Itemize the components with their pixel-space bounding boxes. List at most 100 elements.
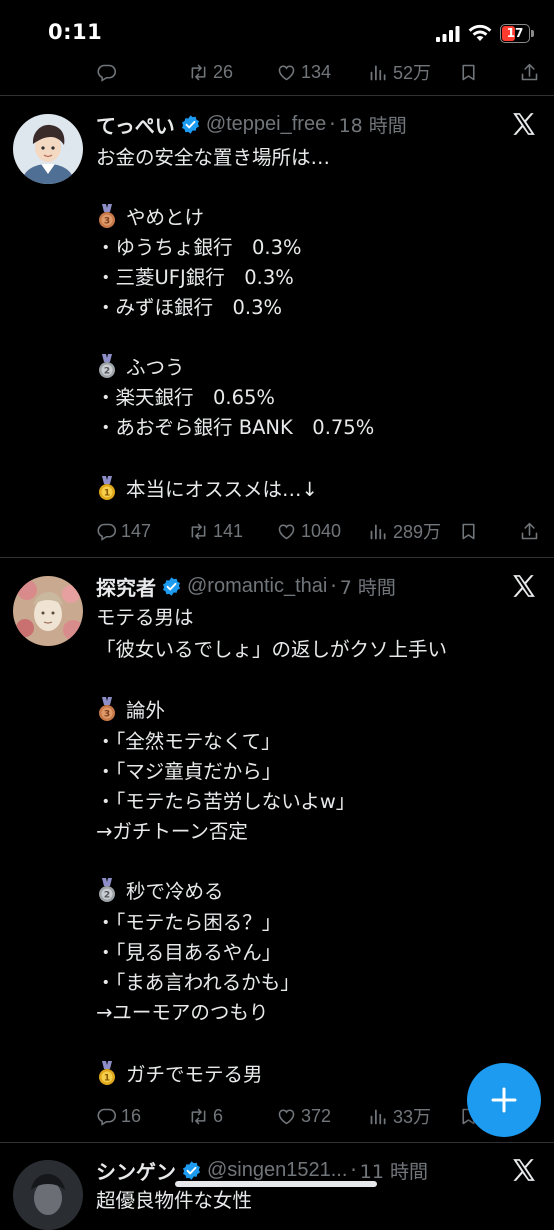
tweet-text-line: ・みずほ銀行 0.3% [96,296,283,319]
x-logo-icon[interactable] [511,573,537,599]
bookmark-button[interactable] [458,58,479,86]
views-count: 289万 [393,522,442,542]
like-count: 1040 [301,520,342,541]
reply-count: 16 [121,1105,142,1126]
tweet-text-line: ・「モテたら苦労しないよw」 [96,790,356,813]
tweet-time[interactable]: 18 時間 [339,111,407,138]
user-handle[interactable]: @singen1521... [207,1159,347,1182]
x-logo-icon[interactable] [511,111,537,137]
views-icon [370,1109,386,1124]
tweet-text-line: ・「モテたら困る？」 [96,911,282,934]
home-indicator[interactable] [175,1181,377,1187]
gold-medal-icon: 1 [99,475,115,500]
tier-label: ふつう [126,356,185,379]
retweet-count: 26 [213,61,234,82]
tweet-text-line: 1 本当にオススメは…↓ [96,475,318,505]
tweet-text-line: 1 ガチでモテる男 [96,1060,263,1090]
bookmark-icon [462,64,475,80]
tweet-text-line: 3 論外 [96,696,165,726]
retweet-button[interactable]: 6 [188,1102,223,1130]
svg-text:3: 3 [104,709,110,719]
tier-label: やめとけ [126,206,205,229]
views-icon [370,524,386,539]
retweet-icon [191,64,206,80]
bronze-medal-icon: 3 [99,203,115,228]
avatar[interactable] [13,576,83,646]
tweet-text-line: ・「マジ童貞だから」 [96,760,282,783]
avatar[interactable] [13,1160,83,1230]
like-button[interactable]: 1040 [276,517,341,545]
svg-text:1: 1 [104,1073,110,1083]
display-name[interactable]: てっぺい [96,110,175,139]
like-icon [278,1108,295,1124]
retweet-count: 141 [213,520,244,541]
tweet-text-line: 3 やめとけ [96,203,204,233]
tweet-header: 探究者 @romantic_thai · 7 時間 [96,572,396,600]
silver-medal-icon: 2 [99,877,115,902]
share-button[interactable] [519,517,540,545]
status-time: 0:11 [48,20,103,44]
views-icon [370,65,386,80]
reply-button[interactable]: 147 [96,517,151,545]
reply-icon [97,64,117,82]
reply-icon [97,1108,117,1126]
retweet-icon [191,1108,206,1124]
separator-dot: · [350,1158,357,1182]
tweet-text-line: →ガチトーン否定 [96,820,248,843]
share-icon [521,522,538,539]
reply-button[interactable] [96,58,117,86]
views-button[interactable]: 289万 [368,517,441,545]
tweet-divider [0,95,554,96]
like-button[interactable]: 372 [276,1102,331,1130]
retweet-count: 6 [213,1105,224,1126]
battery-level: 17 [506,26,524,40]
avatar[interactable] [13,114,83,184]
compose-tweet-button[interactable] [467,1063,541,1137]
tier-label: 本当にオススメは…↓ [126,478,318,501]
tweet-text-line: 2 ふつう [96,353,185,383]
svg-text:3: 3 [104,216,110,226]
views-count: 33万 [393,1107,432,1127]
views-count: 52万 [393,63,432,83]
like-count: 372 [301,1105,332,1126]
x-logo-icon[interactable] [511,1157,537,1183]
retweet-icon [191,523,206,539]
bookmark-button[interactable] [458,517,479,545]
like-count: 134 [301,61,332,82]
tweet-text-line: ・あおぞら銀行 BANK 0.75% [96,416,375,439]
tweet-text-line: 2 秒で冷める [96,877,224,907]
battery-cap [531,30,534,37]
tweet-header: シンゲン @singen1521... · 11 時間 [96,1156,428,1184]
svg-text:1: 1 [104,488,110,498]
verified-badge-icon [181,114,199,134]
share-button[interactable] [519,58,540,86]
tier-label: ガチでモテる男 [126,1063,263,1086]
verified-badge-icon [183,1160,200,1180]
tweet-time[interactable]: 7 時間 [340,573,396,600]
retweet-button[interactable]: 26 [188,58,233,86]
views-button[interactable]: 52万 [368,58,431,86]
tweet-divider [0,1142,554,1143]
user-handle[interactable]: @romantic_thai [187,575,327,598]
views-button[interactable]: 33万 [368,1102,431,1130]
display-name[interactable]: シンゲン [96,1156,176,1185]
reply-button[interactable]: 16 [96,1102,141,1130]
tweet-time[interactable]: 11 時間 [360,1157,428,1184]
tier-label: 論外 [126,699,166,722]
tweet-text-line: お金の安全な置き場所は… [96,146,331,169]
display-name[interactable]: 探究者 [96,572,156,601]
tweet-text-line: ・「全然モテなくて」 [96,730,281,753]
user-handle[interactable]: @teppei_free [206,113,326,136]
previous-tweet-actions: 26 134 52万 [0,58,554,86]
separator-dot: · [329,112,336,136]
silver-medal-icon: 2 [99,353,115,378]
retweet-button[interactable]: 141 [188,517,243,545]
verified-badge-icon [163,576,180,596]
like-icon [278,64,295,80]
tweet-text-line: ・ゆうちょ銀行 0.3% [96,236,302,259]
bookmark-icon [462,523,475,539]
tweet-text-line: ・「見る目あるやん」 [96,941,282,964]
reply-count: 147 [121,520,152,541]
tweet-text-line: →ユーモアのつもり [96,1001,269,1024]
like-button[interactable]: 134 [276,58,331,86]
